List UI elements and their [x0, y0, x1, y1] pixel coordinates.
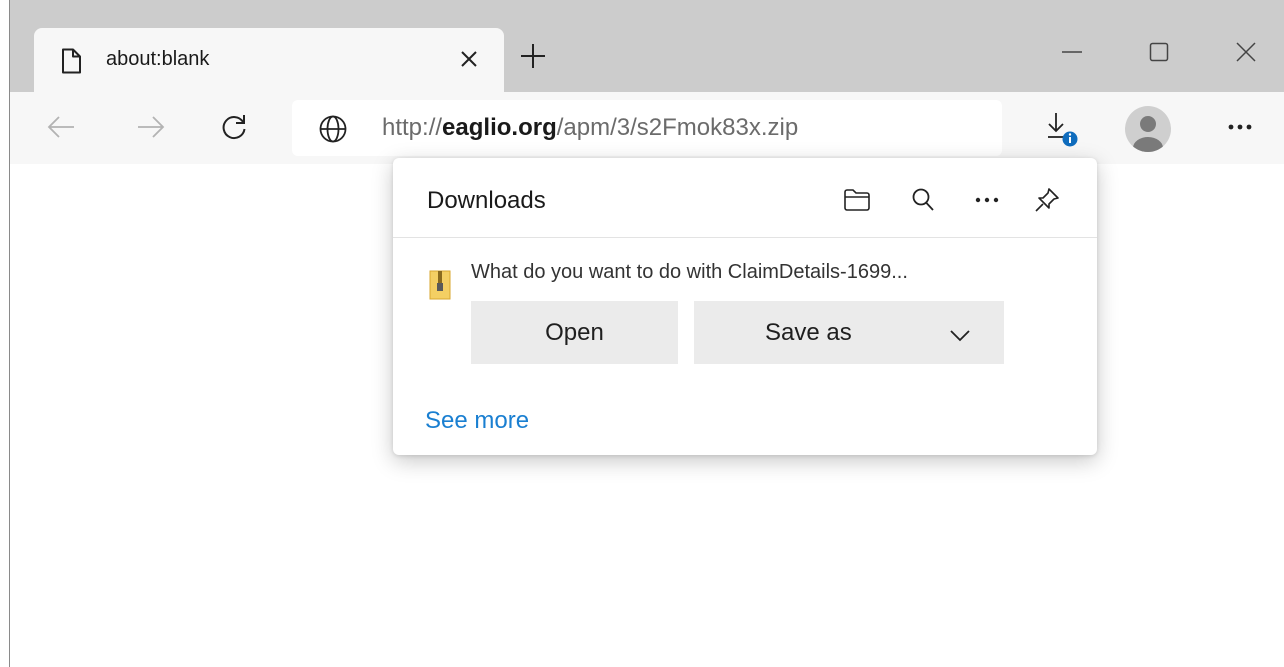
chevron-down-icon[interactable] [949, 323, 971, 342]
panel-divider [393, 237, 1097, 238]
save-as-button[interactable]: Save as [694, 301, 1004, 364]
pin-icon[interactable] [1027, 180, 1067, 220]
address-bar[interactable]: http://eaglio.org/apm/3/s2Fmok83x.zip [292, 100, 1002, 156]
downloads-panel: Downloads What do you want to do with Cl… [393, 158, 1097, 455]
zip-file-icon [429, 270, 451, 300]
tab-strip: about:blank [10, 0, 1284, 92]
downloads-title: Downloads [427, 187, 546, 214]
folder-icon[interactable] [837, 180, 877, 220]
tab-close-icon[interactable] [452, 42, 486, 76]
forward-arrow-icon[interactable] [128, 104, 174, 150]
tab-title: about:blank [106, 48, 210, 70]
maximize-icon[interactable] [1131, 26, 1187, 78]
url-scheme: http:// [382, 114, 443, 141]
close-icon[interactable] [1218, 26, 1274, 78]
avatar[interactable] [1125, 106, 1171, 152]
back-arrow-icon[interactable] [38, 104, 84, 150]
download-prompt: What do you want to do with ClaimDetails… [471, 261, 908, 283]
more-horizontal-icon[interactable] [1217, 104, 1263, 150]
minimize-icon[interactable] [1044, 26, 1100, 78]
url-text[interactable]: http://eaglio.org/apm/3/s2Fmok83x.zip [382, 111, 798, 145]
url-path: /apm/3/s2Fmok83x.zip [556, 114, 799, 141]
blank-page-icon [60, 48, 82, 74]
save-as-label: Save as [765, 319, 852, 346]
download-icon[interactable] [1036, 104, 1082, 150]
search-icon[interactable] [903, 180, 943, 220]
tab-about-blank[interactable]: about:blank [34, 28, 504, 92]
url-domain: eaglio.org [442, 114, 557, 141]
window-edge [0, 0, 10, 667]
more-horizontal-icon[interactable] [967, 180, 1007, 220]
plus-icon[interactable] [513, 36, 553, 76]
refresh-icon[interactable] [211, 104, 257, 150]
browser-toolbar: http://eaglio.org/apm/3/s2Fmok83x.zip [10, 92, 1284, 164]
globe-icon[interactable] [318, 114, 348, 144]
open-button[interactable]: Open [471, 301, 678, 364]
see-more-link[interactable]: See more [425, 404, 529, 438]
